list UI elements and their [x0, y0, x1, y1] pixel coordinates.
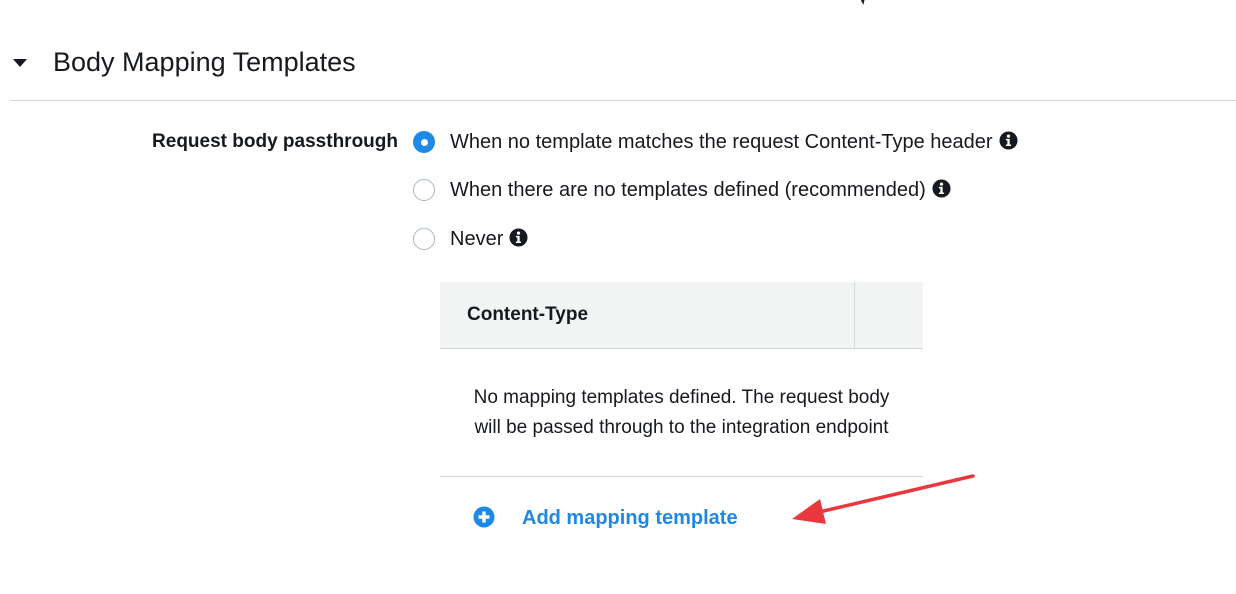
info-icon[interactable] [999, 131, 1018, 150]
option-text: Never [450, 228, 504, 250]
radio-label-when-no-match[interactable]: When no template matches the request Con… [450, 128, 1018, 156]
passthrough-label: Request body passthrough [152, 131, 398, 152]
info-icon[interactable] [932, 179, 951, 198]
content-type-table: Content-Type No mapping templates define… [440, 282, 923, 477]
plus-circle-icon[interactable] [473, 506, 495, 528]
option-text: When no template matches the request Con… [450, 131, 993, 153]
clipped-glyph-fragment [860, 0, 865, 5]
radio-label-when-no-templates[interactable]: When there are no templates defined (rec… [450, 176, 951, 204]
body-mapping-templates-header[interactable]: Body Mapping Templates [10, 38, 1236, 101]
radio-label-never[interactable]: Never [450, 225, 528, 253]
radio-when-no-templates[interactable] [413, 179, 435, 201]
add-mapping-template-label[interactable]: Add mapping template [522, 503, 738, 533]
content-type-header-label: Content-Type [467, 304, 589, 325]
api-gateway-integration-request-page: Body Mapping Templates Request body pass… [0, 0, 1236, 594]
empty-table-row: No mapping templates defined. The reques… [440, 349, 923, 477]
radio-never[interactable] [413, 228, 435, 250]
radio-when-no-match[interactable] [413, 131, 435, 153]
table-header-row: Content-Type [440, 282, 923, 349]
content-type-column-header: Content-Type [440, 282, 855, 348]
option-text: When there are no templates defined (rec… [450, 179, 926, 201]
caret-down-icon[interactable] [10, 56, 30, 70]
section-title: Body Mapping Templates [53, 47, 356, 77]
info-icon[interactable] [509, 228, 528, 247]
red-arrow-icon [792, 474, 975, 524]
empty-table-message: No mapping templates defined. The reques… [473, 386, 890, 438]
